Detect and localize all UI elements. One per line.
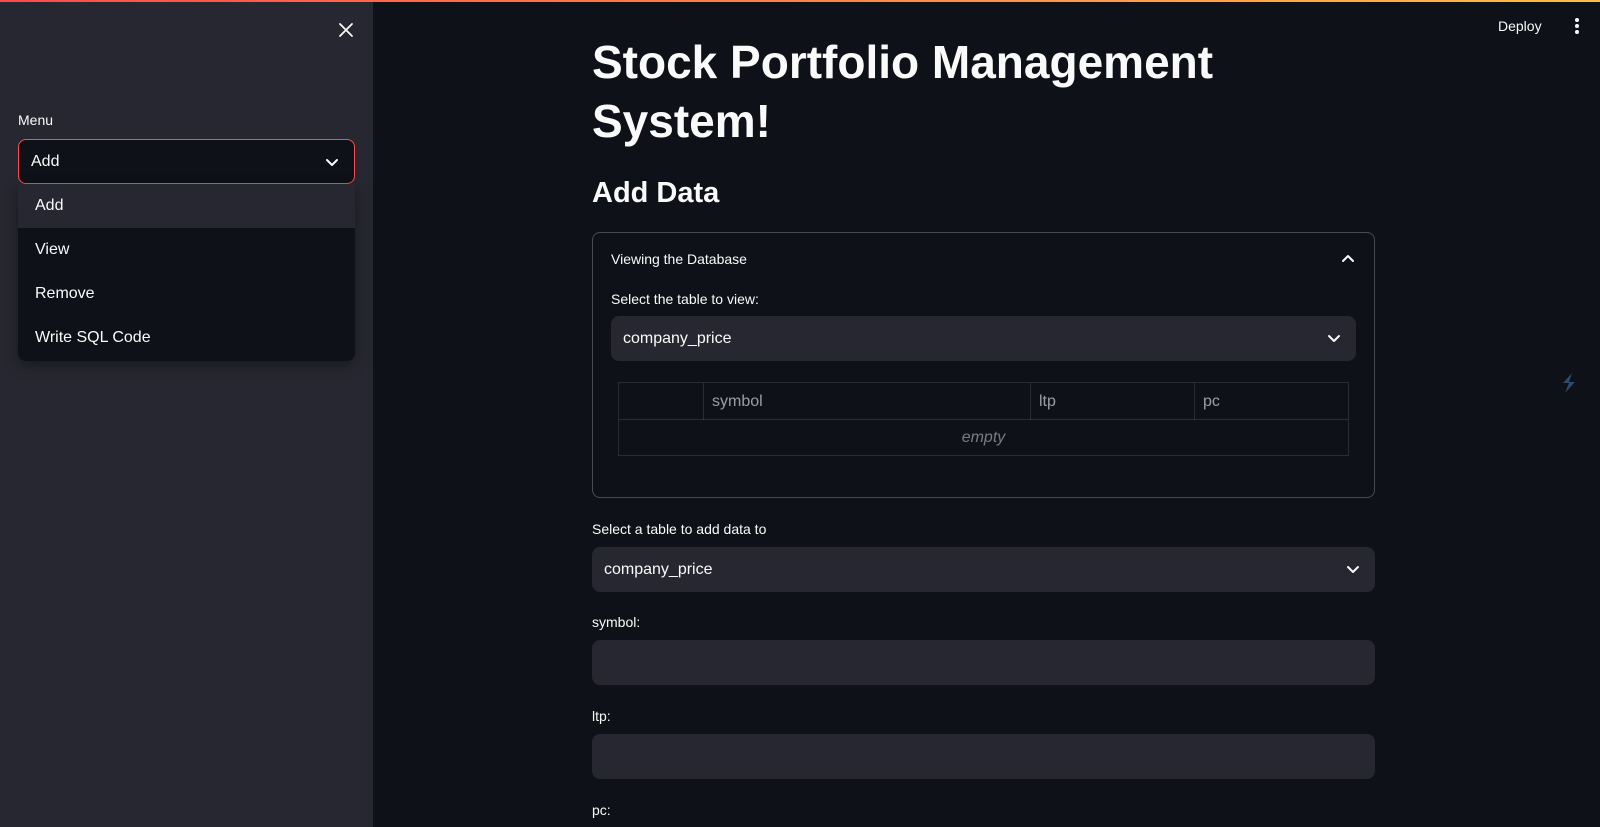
chevron-down-icon [1328,335,1340,342]
table-header-symbol[interactable]: symbol [704,383,1031,420]
table-header-ltp[interactable]: ltp [1031,383,1195,420]
kebab-dot-icon [1575,18,1579,22]
add-table-select[interactable]: company_price [592,547,1375,592]
menu-option-remove[interactable]: Remove [18,272,355,316]
add-table-selected: company_price [604,560,713,578]
menu-option-view[interactable]: View [18,228,355,272]
view-table-select[interactable]: company_price [611,316,1356,361]
menu-selected-value: Add [31,152,60,170]
database-expander: Viewing the Database Select the table to… [592,232,1375,498]
menu-option-write-sql-code[interactable]: Write SQL Code [18,316,355,360]
add-table-label: Select a table to add data to [592,521,767,537]
ltp-input[interactable] [592,734,1375,779]
main-menu-button[interactable] [1570,16,1584,36]
close-icon [339,23,353,37]
pc-label: pc: [592,802,611,818]
table-empty-message: empty [961,429,1006,446]
kebab-dot-icon [1575,24,1579,28]
deploy-button[interactable]: Deploy [1490,14,1550,38]
menu-select[interactable]: Add [18,139,355,184]
page-subheader: Add Data [592,177,720,209]
symbol-input[interactable] [592,640,1375,685]
table-header-index [619,383,704,420]
menu-option-add[interactable]: Add [18,184,355,228]
symbol-label: symbol: [592,614,641,630]
kebab-dot-icon [1575,30,1579,34]
chevron-up-icon[interactable] [1340,251,1356,267]
close-sidebar-button[interactable] [332,16,360,44]
top-decoration-bar [0,0,1600,2]
data-table: symbol ltp pc empty [618,382,1349,456]
ltp-label: ltp: [592,708,611,724]
expander-title[interactable]: Viewing the Database [611,251,747,267]
table-header-pc[interactable]: pc [1195,383,1348,420]
table-header-row: symbol ltp pc [619,383,1348,420]
page-title: Stock Portfolio Management System! [592,36,1214,147]
logo-icon [1563,373,1575,393]
chevron-down-icon [1347,566,1359,573]
view-table-label: Select the table to view: [611,291,759,307]
chevron-down-icon [326,159,338,166]
sidebar: Menu Add Add View Remove Write SQL Code [0,0,373,827]
view-table-selected: company_price [623,329,732,347]
menu-label: Menu [18,112,54,128]
menu-dropdown: Add View Remove Write SQL Code [18,184,355,361]
streamlit-logo-icon[interactable] [1554,368,1584,398]
